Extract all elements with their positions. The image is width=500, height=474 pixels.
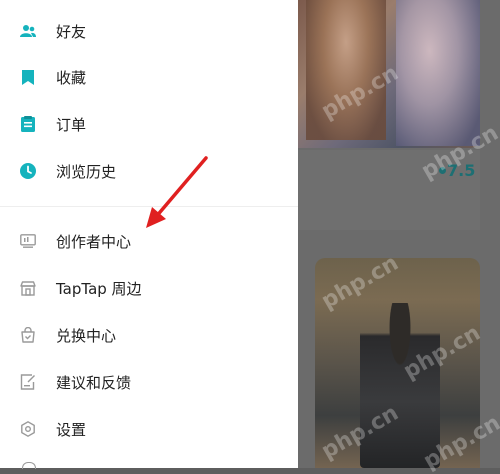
drawer-item-label: 好友 bbox=[56, 22, 87, 41]
drawer-item-friends[interactable]: 好友 bbox=[0, 11, 298, 51]
drawer-item-label: 收藏 bbox=[56, 68, 87, 87]
exchange-icon bbox=[19, 326, 37, 344]
character-art-right bbox=[396, 0, 480, 146]
drawer-item-label: 建议和反馈 bbox=[56, 373, 132, 392]
drawer-item-label: 订单 bbox=[56, 115, 87, 134]
settings-icon bbox=[19, 420, 37, 438]
merch-icon bbox=[19, 279, 37, 297]
drawer-item-taptap-merch[interactable]: TapTap 周边 bbox=[0, 268, 298, 308]
drawer-item-label: 创作者中心 bbox=[56, 232, 132, 251]
order-icon bbox=[19, 115, 37, 133]
friends-icon bbox=[19, 22, 37, 40]
navigation-drawer: 好友 收藏 订单 浏览历史 创作者中心 TapTap 周边 兑换中心 建议和反馈… bbox=[0, 0, 298, 469]
drawer-item-orders[interactable]: 订单 bbox=[0, 104, 298, 144]
drawer-item-exchange-center[interactable]: 兑换中心 bbox=[0, 315, 298, 355]
drawer-item-feedback[interactable]: 建议和反馈 bbox=[0, 362, 298, 402]
drawer-item-label: TapTap 周边 bbox=[56, 279, 142, 298]
clock-icon bbox=[19, 162, 37, 180]
drawer-item-favorites[interactable]: 收藏 bbox=[0, 57, 298, 97]
drawer-item-label: 浏览历史 bbox=[56, 162, 117, 181]
creator-icon bbox=[19, 232, 37, 250]
drawer-item-settings[interactable]: 设置 bbox=[0, 409, 298, 449]
warrior-art bbox=[360, 303, 440, 468]
drawer-item-label: 设置 bbox=[56, 420, 87, 439]
feedback-icon bbox=[19, 373, 37, 391]
drawer-item-label: 兑换中心 bbox=[56, 326, 117, 345]
drawer-item-history[interactable]: 浏览历史 bbox=[0, 151, 298, 191]
drawer-item-creator-center[interactable]: 创作者中心 bbox=[0, 221, 298, 261]
bookmark-icon bbox=[19, 68, 37, 86]
drawer-divider bbox=[0, 206, 298, 207]
